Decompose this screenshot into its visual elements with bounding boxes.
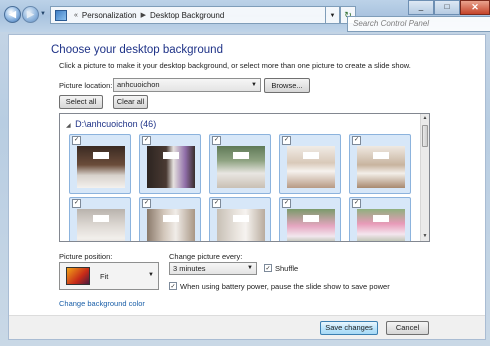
maximize-button[interactable]: □ (434, 0, 460, 15)
privacy-mask (303, 215, 319, 222)
history-dropdown-icon[interactable]: ▼ (40, 11, 46, 17)
thumbnail-image (217, 146, 265, 188)
change-picture-label: Change picture every: (169, 252, 243, 261)
page-description: Click a picture to make it your desktop … (59, 61, 411, 70)
gallery-thumbnail[interactable]: ✓ (279, 197, 341, 241)
collapse-triangle-icon[interactable]: ◢ (66, 123, 71, 129)
thumbnail-checkbox[interactable]: ✓ (142, 199, 151, 208)
thumbnail-checkbox[interactable]: ✓ (72, 199, 81, 208)
thumbnail-checkbox[interactable]: ✓ (352, 136, 361, 145)
change-background-color-link[interactable]: Change background color (59, 299, 145, 308)
clear-all-button[interactable]: Clear all (113, 95, 148, 109)
privacy-mask (163, 215, 179, 222)
forward-button[interactable]: ▶ (22, 6, 39, 23)
shuffle-label[interactable]: Shuffle (275, 264, 298, 273)
address-dropdown-icon[interactable]: ▼ (326, 6, 340, 24)
thumbnail-image (147, 209, 195, 241)
chevron-down-icon: ▼ (148, 272, 154, 278)
thumbnail-image (217, 209, 265, 241)
picture-position-label: Picture position: (59, 252, 113, 261)
search-input[interactable]: Search Control Panel (347, 16, 490, 32)
thumbnail-image (147, 146, 195, 188)
back-arrow-icon: ◀ (9, 9, 16, 19)
interval-select[interactable]: 3 minutes ▼ (169, 262, 257, 275)
gallery-group-header[interactable]: ◢ D:\anhcuoichon (46) (66, 119, 156, 129)
position-preview-image (66, 267, 90, 285)
cancel-button[interactable]: Cancel (386, 321, 429, 335)
privacy-mask (373, 152, 389, 159)
breadcrumb-separator-icon: « (74, 11, 78, 19)
picture-gallery[interactable]: ◢ D:\anhcuoichon (46) ✓ ✓ ✓ ✓ ✓ ✓ ✓ ✓ ✓ ✓ ▲ ▼ (59, 113, 430, 242)
thumbnail-checkbox[interactable]: ✓ (352, 199, 361, 208)
thumbnail-image (287, 146, 335, 188)
gallery-thumbnail[interactable]: ✓ (349, 197, 411, 241)
thumbnail-image (77, 146, 125, 188)
breadcrumb-personalization[interactable]: Personalization (82, 11, 137, 20)
back-button[interactable]: ◀ (4, 6, 21, 23)
thumbnail-checkbox[interactable]: ✓ (282, 199, 291, 208)
picture-position-select[interactable]: Fit ▼ (59, 262, 159, 290)
thumbnail-image (77, 209, 125, 241)
gallery-thumbnail[interactable]: ✓ (279, 134, 341, 194)
address-bar[interactable]: « Personalization ▶ Desktop Background (50, 6, 326, 24)
page-title: Choose your desktop background (51, 44, 223, 56)
privacy-mask (93, 215, 109, 222)
privacy-mask (163, 152, 179, 159)
breadcrumb-chevron-icon[interactable]: ▶ (141, 11, 146, 19)
gallery-thumbnail[interactable]: ✓ (349, 134, 411, 194)
privacy-mask (303, 152, 319, 159)
scroll-down-icon[interactable]: ▼ (421, 232, 429, 241)
browse-button[interactable]: Browse... (264, 78, 310, 93)
thumbnail-image (357, 146, 405, 188)
gallery-thumbnail[interactable]: ✓ (69, 197, 131, 241)
scroll-thumb[interactable] (422, 125, 428, 147)
picture-location-value: anhcuoichon (117, 80, 160, 89)
gallery-group-title: D:\anhcuoichon (46) (75, 119, 157, 129)
battery-pause-checkbox[interactable]: ✓ (169, 282, 177, 290)
gallery-thumbnail[interactable]: ✓ (139, 134, 201, 194)
thumbnail-checkbox[interactable]: ✓ (142, 136, 151, 145)
chevron-down-icon: ▼ (247, 265, 253, 271)
privacy-mask (233, 152, 249, 159)
gallery-thumbnail[interactable]: ✓ (139, 197, 201, 241)
picture-location-select[interactable]: anhcuoichon ▼ (113, 78, 261, 92)
breadcrumb-desktop-background[interactable]: Desktop Background (150, 11, 224, 20)
gallery-thumbnail[interactable]: ✓ (209, 134, 271, 194)
thumbnail-image (357, 209, 405, 241)
picture-location-label: Picture location: (59, 81, 113, 90)
thumbnail-checkbox[interactable]: ✓ (282, 136, 291, 145)
thumbnail-image (287, 209, 335, 241)
picture-position-value: Fit (100, 272, 109, 281)
gallery-thumbnail[interactable]: ✓ (209, 197, 271, 241)
vertical-scrollbar[interactable]: ▲ ▼ (420, 114, 429, 241)
privacy-mask (93, 152, 109, 159)
battery-pause-label[interactable]: When using battery power, pause the slid… (180, 282, 390, 291)
chevron-down-icon: ▼ (251, 82, 257, 88)
thumbnail-checkbox[interactable]: ✓ (212, 136, 221, 145)
thumbnail-checkbox[interactable]: ✓ (72, 136, 81, 145)
gallery-thumbnail[interactable]: ✓ (69, 134, 131, 194)
forward-arrow-icon: ▶ (27, 9, 34, 19)
save-changes-button[interactable]: Save changes (320, 321, 378, 335)
minimize-button[interactable]: _ (408, 0, 434, 15)
privacy-mask (233, 215, 249, 222)
shuffle-checkbox[interactable]: ✓ (264, 264, 272, 272)
interval-value: 3 minutes (173, 264, 206, 273)
select-all-button[interactable]: Select all (59, 95, 103, 109)
close-button[interactable]: ✕ (460, 0, 490, 15)
privacy-mask (373, 215, 389, 222)
control-panel-icon (55, 9, 67, 21)
scroll-up-icon[interactable]: ▲ (421, 114, 429, 123)
thumbnail-checkbox[interactable]: ✓ (212, 199, 221, 208)
